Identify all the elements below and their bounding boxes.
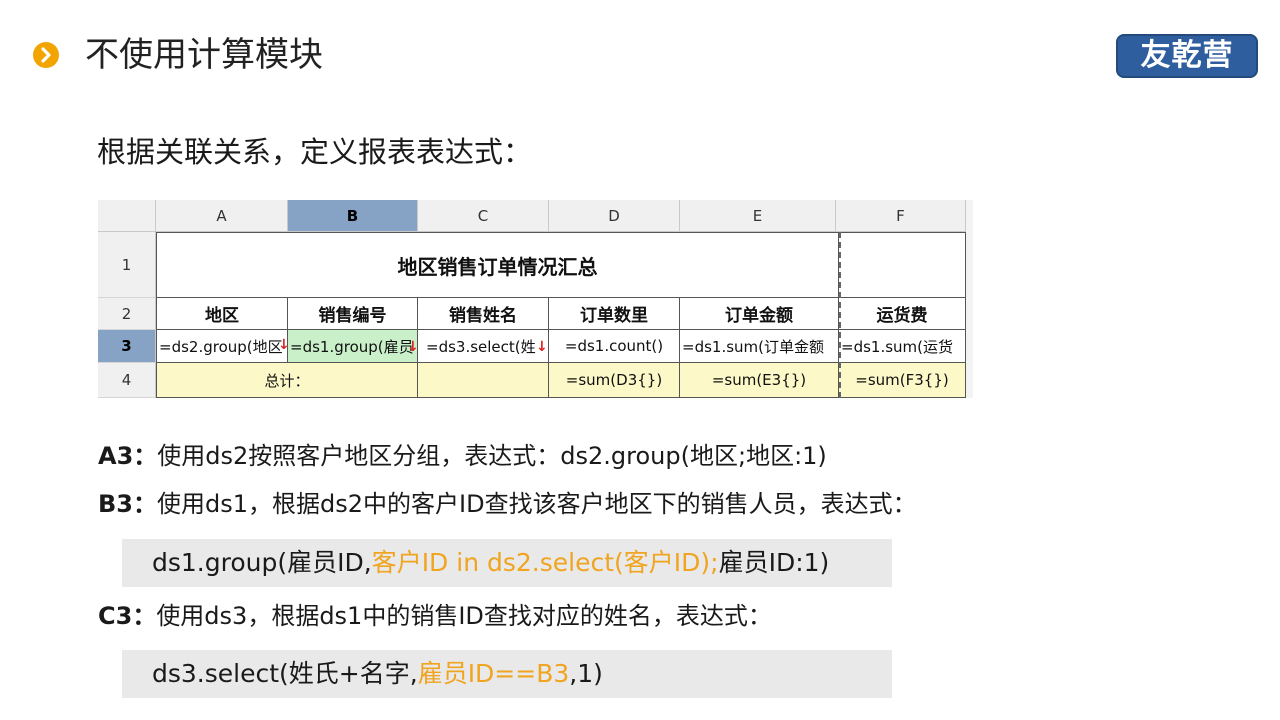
expand-down-arrow-icon: ↓ xyxy=(536,339,548,355)
cell-e4[interactable]: =sum(E3{}) xyxy=(680,363,839,398)
note-label: A3： xyxy=(98,442,158,470)
cell-b2[interactable]: 销售编号 xyxy=(288,298,418,330)
cell-f2[interactable]: 运货费 xyxy=(839,298,966,330)
cell-e2[interactable]: 订单金额 xyxy=(680,298,839,330)
code-highlight: 客户ID in ds2.select(客户ID); xyxy=(371,548,719,577)
note-text: 使用ds2按照客户地区分组，表达式：ds2.group(地区;地区:1) xyxy=(157,442,827,470)
code-text: ,1) xyxy=(569,659,603,688)
cell-c3[interactable]: =ds3.select(姓 xyxy=(418,330,549,363)
page-title: 不使用计算模块 xyxy=(85,35,323,75)
code-text: ds1.group(雇员ID, xyxy=(152,548,372,577)
section-subtitle: 根据关联关系，定义报表表达式： xyxy=(97,135,533,169)
code-text: 雇员ID:1) xyxy=(718,548,830,577)
expand-down-arrow-icon: ↓ xyxy=(278,337,290,353)
cell-d3[interactable]: =ds1.count() xyxy=(549,330,680,363)
cell-f4[interactable]: =sum(F3{}) xyxy=(839,363,966,398)
column-header-a[interactable]: A xyxy=(156,200,288,232)
code-box-b3: ds1.group(雇员ID,客户ID in ds2.select(客户ID);… xyxy=(122,539,892,587)
column-header-f[interactable]: F xyxy=(836,200,966,232)
column-header-c[interactable]: C xyxy=(418,200,549,232)
cell-a2[interactable]: 地区 xyxy=(156,298,288,330)
column-header-e[interactable]: E xyxy=(680,200,836,232)
cell-e3[interactable]: =ds1.sum(订单金额 xyxy=(680,330,839,363)
row-header-4[interactable]: 4 xyxy=(98,363,156,398)
note-a3: A3：使用ds2按照客户地区分组，表达式：ds2.group(地区;地区:1) xyxy=(98,438,827,474)
page-break-line xyxy=(839,232,841,398)
note-label: B3： xyxy=(98,490,157,518)
cell-d4[interactable]: =sum(D3{}) xyxy=(549,363,680,398)
note-b3: B3：使用ds1，根据ds2中的客户ID查找该客户地区下的销售人员，表达式： xyxy=(98,486,917,522)
expand-down-arrow-icon: ↓ xyxy=(407,339,419,355)
sheet-corner[interactable] xyxy=(98,200,156,232)
cell-f3[interactable]: =ds1.sum(运货 xyxy=(839,330,966,363)
cell-c4[interactable] xyxy=(418,363,549,398)
note-c3: C3：使用ds3，根据ds1中的销售ID查找对应的姓名，表达式： xyxy=(98,598,772,634)
note-text: 使用ds3，根据ds1中的销售ID查找对应的姓名，表达式： xyxy=(156,602,772,630)
chevron-right-icon xyxy=(33,42,59,68)
cell-b3[interactable]: =ds1.group(雇员 xyxy=(288,330,418,363)
cell-c2[interactable]: 销售姓名 xyxy=(418,298,549,330)
total-label-cell[interactable]: 总计： xyxy=(156,363,418,398)
report-title-cell[interactable]: 地区销售订单情况汇总 xyxy=(156,232,839,298)
row-header-2[interactable]: 2 xyxy=(98,298,156,330)
brand-logo: 友乾营 xyxy=(1116,34,1258,78)
note-text: 使用ds1，根据ds2中的客户ID查找该客户地区下的销售人员，表达式： xyxy=(157,490,917,518)
cell-d2[interactable]: 订单数里 xyxy=(549,298,680,330)
column-header-b[interactable]: B xyxy=(288,200,418,232)
row-header-3[interactable]: 3 xyxy=(98,330,156,363)
row-header-1[interactable]: 1 xyxy=(98,232,156,298)
spreadsheet: A B C D E F 1 2 3 4 地区销售订单情况汇总 地区 销售编号 销… xyxy=(98,200,973,398)
code-text: ds3.select(姓氏+名字, xyxy=(152,659,418,688)
code-box-c3: ds3.select(姓氏+名字,雇员ID==B3,1) xyxy=(122,650,892,698)
cell-a3[interactable]: =ds2.group(地区 xyxy=(156,330,288,363)
code-highlight: 雇员ID==B3 xyxy=(417,659,570,688)
column-header-d[interactable]: D xyxy=(549,200,680,232)
note-label: C3： xyxy=(98,602,157,630)
cell-f1[interactable] xyxy=(839,232,966,298)
